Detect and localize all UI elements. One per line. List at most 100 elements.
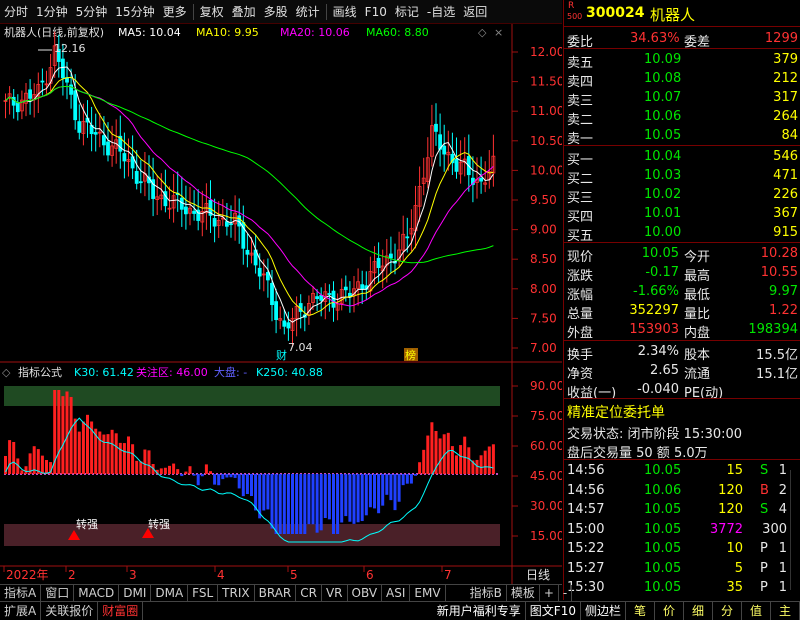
candle-body [245, 249, 250, 255]
indicator-tab[interactable]: CR [296, 585, 322, 601]
indicator-bar [446, 432, 450, 474]
period-label[interactable]: 日线 [526, 568, 550, 582]
panel-title-row[interactable]: 精准定位委托单 [564, 400, 800, 422]
quote-row: 卖一 10.05 84 [564, 126, 800, 147]
indicator-bar [176, 469, 180, 474]
indicator-bar [102, 434, 106, 474]
indicator-tab[interactable]: BRAR [255, 585, 297, 601]
side-tab[interactable]: 细 [684, 602, 713, 620]
toolbar-item[interactable]: 统计 [292, 1, 324, 23]
quote-row: 15:27 10.05 5 P 1 [564, 559, 800, 579]
toolbar-item[interactable]: 复权 [196, 1, 228, 23]
side-tab[interactable]: 价 [655, 602, 684, 620]
side-tab[interactable]: 主 [771, 602, 800, 620]
toolbar-item[interactable]: -自选 [423, 1, 459, 23]
indicator-tab[interactable]: TRIX [218, 585, 255, 601]
indicator-tab[interactable]: 指标A [0, 585, 42, 601]
toolbar-item[interactable]: 1分钟 [32, 1, 72, 23]
toolbar-item[interactable]: 5分钟 [72, 1, 112, 23]
marker-bang[interactable]: 榜 [405, 348, 416, 362]
indicator-tab[interactable]: + [540, 585, 559, 601]
indicator-tab[interactable]: FSL [188, 585, 219, 601]
indicator-bar [282, 474, 286, 534]
tick-price: 10.05 [644, 521, 682, 537]
indicator-tab[interactable]: - [559, 585, 573, 601]
toolbar-item[interactable]: 更多 [159, 1, 191, 23]
indicator-dapan: 大盘: - [214, 365, 247, 379]
indicator-tab[interactable]: 模板 [507, 585, 540, 601]
high-price-label: 12.16 [54, 42, 86, 55]
marker-cai[interactable]: 财 [276, 348, 287, 362]
close-icon[interactable]: × [494, 26, 503, 39]
indicator-bar [139, 461, 143, 474]
toolbar-item[interactable]: 叠加 [228, 1, 260, 23]
kline-chart-svg[interactable]: 机器人(日线,前复权) MA5: 10.04 MA10: 9.95 MA20: … [0, 24, 564, 584]
candle-body [376, 257, 381, 269]
quote-row: 买二 10.03 471 [564, 166, 800, 187]
tick-scrollbar[interactable] [790, 470, 798, 590]
toolbar-item[interactable]: 多股 [260, 1, 292, 23]
status-spacer [143, 602, 433, 620]
order-volume: 367 [773, 206, 798, 221]
indicator-bar [393, 474, 397, 511]
chart-title: 机器人(日线,前复权) [4, 25, 104, 39]
indicator-tab[interactable]: 指标B [466, 585, 507, 601]
side-tab[interactable]: 值 [742, 602, 771, 620]
indicator-bar [237, 474, 241, 489]
indicator-bar [278, 474, 282, 534]
status-bar-link[interactable]: 图文F10 [526, 602, 581, 620]
tick-count: 1 [778, 580, 787, 595]
panel-title[interactable]: 精准定位委托单 [567, 402, 665, 422]
indicator-collapse-icon[interactable]: ◇ [2, 366, 11, 379]
indicator-bar [381, 474, 385, 506]
tick-volume: 3772 [709, 521, 743, 537]
indicator-bar [147, 450, 151, 474]
indicator-bar [418, 462, 422, 474]
weibi-row: 委比 34.63% 委差 1299 [564, 29, 800, 50]
status-bar-item[interactable]: 关联报价 [41, 602, 99, 620]
chart-area[interactable]: 机器人(日线,前复权) MA5: 10.04 MA10: 9.95 MA20: … [0, 24, 564, 584]
indicator-tab[interactable]: OBV [348, 585, 383, 601]
indicator-tab[interactable]: MACD [74, 585, 120, 601]
date-tick-label: 4 [217, 568, 225, 582]
divider [564, 340, 800, 341]
status-bar-link[interactable]: 侧边栏 [581, 602, 626, 620]
toolbar-item[interactable]: F10 [361, 1, 391, 23]
status-bar-item[interactable]: 扩展A [0, 602, 42, 620]
quote-row: 现价 10.05 今开 10.28 [564, 244, 800, 265]
indicator-bar [77, 431, 81, 474]
indicator-bar [479, 455, 483, 474]
indicator-bar [274, 474, 278, 534]
indicator-tab[interactable]: DMA [151, 585, 189, 601]
status-bar-item[interactable]: 财富圈 [98, 602, 144, 620]
indicator-tab[interactable]: VR [322, 585, 348, 601]
indicator-bar [483, 450, 487, 474]
toolbar-item[interactable]: 标记 [391, 1, 423, 23]
order-volume: 317 [773, 90, 798, 105]
stat-value: 2.65 [650, 363, 679, 378]
side-tab[interactable]: 分 [713, 602, 742, 620]
indicator-tab[interactable]: DMI [119, 585, 152, 601]
toolbar-item[interactable]: 15分钟 [111, 1, 158, 23]
indicator-tab[interactable]: EMV [410, 585, 446, 601]
toolbar-item[interactable]: 画线 [329, 1, 361, 23]
indicator-tab[interactable]: 窗口 [41, 585, 75, 601]
tick-direction: S [760, 502, 769, 517]
toolbar-item[interactable]: 返回 [459, 1, 491, 23]
indicator-bar [229, 474, 233, 478]
toolbar-separator [325, 3, 327, 20]
indicator-bar [225, 474, 229, 478]
tick-volume: 35 [726, 580, 743, 595]
price-tick-label: 9.50 [530, 193, 557, 207]
diamond-icon[interactable]: ◇ [478, 26, 487, 39]
divider [564, 48, 800, 49]
candle-body [224, 221, 229, 227]
side-tab[interactable]: 笔 [626, 602, 655, 620]
chart-toolbar: 分时 1分钟 5分钟 15分钟 更多 复权 叠加 多股 统计 画线 F10 标记 -自选 返回 [0, 0, 562, 24]
indicator-bar [426, 435, 430, 474]
stat-value: 198394 [748, 322, 798, 337]
tick-direction: P [760, 560, 768, 576]
toolbar-item[interactable]: 分时 [0, 1, 32, 23]
indicator-tab[interactable]: ASI [382, 585, 411, 601]
status-bar-link[interactable]: 新用户福利专享 [433, 602, 526, 620]
